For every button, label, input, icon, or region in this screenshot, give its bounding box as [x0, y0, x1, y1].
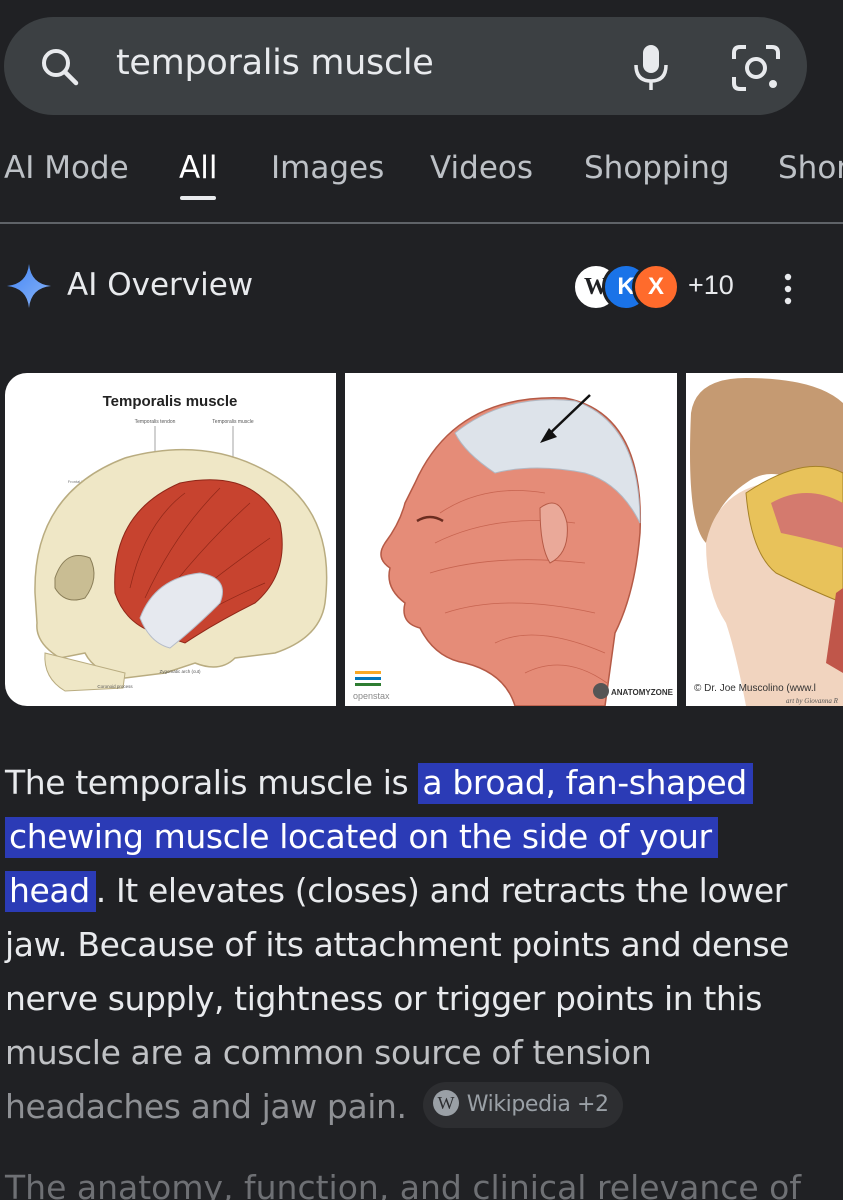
source-icon-3: X [632, 263, 680, 311]
citation-label: Wikipedia +2 [466, 1091, 609, 1117]
active-tab-indicator [180, 196, 216, 200]
image-credit: © Dr. Joe Muscolino (www.l [694, 683, 816, 694]
overview-line-4: jaw. Because of its attachment points an… [5, 925, 790, 964]
temporalis-diagram-image[interactable]: Temporalis muscle Temporalis tendon Temp… [5, 373, 336, 706]
more-options-icon[interactable] [778, 272, 798, 306]
label-zygomatic-arch: Zygomatic arch (cut) [159, 669, 201, 674]
head-bone-image[interactable]: © Dr. Joe Muscolino (www.l art by Giovan… [686, 373, 843, 706]
tab-videos[interactable]: Videos [430, 150, 533, 186]
cutoff-text: The anatomy, function, and clinical rele… [5, 1168, 801, 1200]
more-sources-count[interactable]: +10 [688, 270, 734, 301]
ai-overview-text: The temporalis muscle is a broad, fan-sh… [5, 756, 835, 1134]
sparkle-icon [7, 264, 51, 308]
anatomyzone-watermark: ANATOMYZONE [611, 688, 674, 697]
wikipedia-icon: W [432, 1089, 459, 1116]
image-credit-artist: art by Giovanna R [786, 697, 839, 705]
openstax-watermark: openstax [353, 691, 390, 701]
tab-short-videos[interactable]: Shor [778, 150, 843, 186]
highlighted-definition[interactable]: a broad, fan-shaped [418, 763, 753, 804]
overview-line-6: muscle are a common source of tension [5, 1033, 652, 1072]
tab-all[interactable]: All [179, 150, 217, 186]
ai-overview-title: AI Overview [67, 267, 254, 303]
search-icon [42, 49, 79, 86]
highlighted-definition-3[interactable]: head [5, 871, 96, 912]
overview-line-5: nerve supply, tightness or trigger point… [5, 979, 762, 1018]
search-input[interactable]: temporalis muscle [116, 43, 434, 83]
label-temporalis-muscle: Temporalis muscle [212, 419, 254, 425]
search-tabs: AI Mode All Images Videos Shopping Shor [0, 140, 843, 224]
label-temporalis-tendon: Temporalis tendon [135, 419, 176, 425]
search-bar[interactable]: temporalis muscle [4, 17, 807, 115]
tab-shopping[interactable]: Shopping [584, 150, 730, 186]
overview-line-7: headaches and jaw pain. [5, 1087, 407, 1126]
head-muscles-image[interactable]: openstax ANATOMYZONE [345, 373, 677, 706]
tab-ai-mode[interactable]: AI Mode [4, 150, 129, 186]
microphone-icon[interactable] [628, 43, 674, 93]
tab-images[interactable]: Images [271, 150, 384, 186]
overview-intro: The temporalis muscle is [5, 763, 419, 802]
google-lens-icon[interactable] [730, 43, 782, 93]
label-coronoid-process: Coronoid process [97, 684, 133, 689]
overview-line-3: . It elevates (closes) and retracts the … [95, 871, 788, 910]
source-icons[interactable]: W K X [572, 263, 692, 311]
diagram-title: Temporalis muscle [103, 393, 238, 410]
citation-chip[interactable]: W Wikipedia +2 [422, 1081, 623, 1128]
highlighted-definition-2[interactable]: chewing muscle located on the side of yo… [5, 817, 718, 858]
